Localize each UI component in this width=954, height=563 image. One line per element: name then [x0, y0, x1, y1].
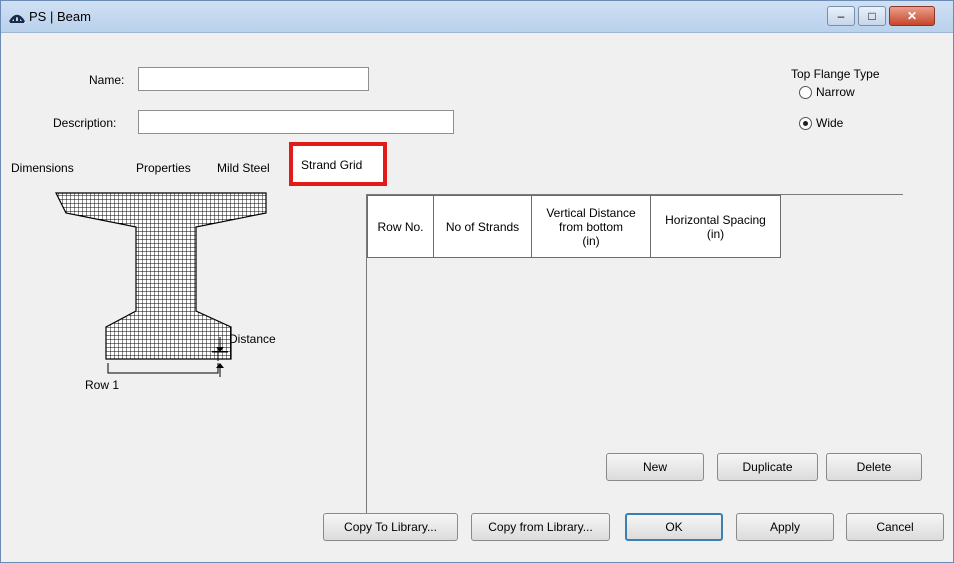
radio-wide-label: Wide	[816, 116, 844, 130]
tab-dimensions[interactable]: Dimensions	[11, 161, 74, 175]
radio-wide-circle[interactable]	[799, 116, 812, 130]
minimize-icon: –	[837, 9, 845, 23]
description-label: Description:	[53, 116, 117, 130]
strand-grid-table[interactable]: Row No. No of Strands Vertical Distance …	[367, 195, 781, 258]
tab-strand-grid[interactable]: Strand Grid	[289, 142, 387, 186]
tab-strand-grid-label: Strand Grid	[301, 158, 363, 172]
maximize-button[interactable]: □	[858, 6, 886, 26]
col-header-line: (in)	[582, 233, 600, 248]
window-title: PS | Beam	[29, 9, 91, 24]
radio-narrow-label: Narrow	[816, 85, 855, 99]
beam-cross-section-diagram	[55, 192, 267, 377]
col-header-line: Row No.	[377, 219, 424, 234]
cancel-button[interactable]: Cancel	[846, 513, 944, 541]
close-icon: ✕	[906, 9, 918, 23]
copy-to-library-button[interactable]: Copy To Library...	[323, 513, 458, 541]
col-horizontal-spacing[interactable]: Horizontal Spacing (in)	[650, 195, 781, 258]
top-flange-type-title: Top Flange Type	[791, 67, 880, 81]
tab-mild-steel[interactable]: Mild Steel	[217, 161, 270, 175]
duplicate-button[interactable]: Duplicate	[717, 453, 818, 481]
name-field[interactable]	[138, 67, 369, 91]
radio-narrow[interactable]: Narrow	[799, 85, 855, 99]
bridge-app-icon	[9, 14, 25, 23]
col-no-of-strands[interactable]: No of Strands	[433, 195, 532, 258]
strand-grid-area[interactable]	[367, 258, 903, 539]
apply-button[interactable]: Apply	[736, 513, 834, 541]
col-row-no[interactable]: Row No.	[367, 195, 434, 258]
name-label: Name:	[89, 73, 125, 87]
radio-wide[interactable]: Wide	[799, 116, 843, 130]
row-1-label: Row 1	[85, 378, 120, 392]
copy-from-library-button[interactable]: Copy from Library...	[471, 513, 610, 541]
close-button[interactable]: ✕	[889, 6, 935, 26]
radio-narrow-circle[interactable]	[799, 85, 812, 99]
tab-properties[interactable]: Properties	[136, 161, 191, 175]
col-header-line: Vertical Distance	[546, 205, 636, 220]
delete-button[interactable]: Delete	[826, 453, 922, 481]
ps-beam-window: PS | Beam – □ ✕ Name: Description: Top F…	[0, 0, 954, 563]
col-vertical-distance[interactable]: Vertical Distance from bottom (in)	[531, 195, 651, 258]
col-header-line: from bottom	[558, 219, 624, 234]
new-button[interactable]: New	[606, 453, 704, 481]
distance-label: Distance	[229, 332, 276, 346]
distance-arrow-up-icon	[216, 363, 224, 368]
col-header-line: Horizontal Spacing	[665, 212, 766, 227]
maximize-icon: □	[868, 9, 876, 23]
description-field[interactable]	[138, 110, 454, 134]
ok-button[interactable]: OK	[625, 513, 723, 541]
row-1-leader	[107, 363, 219, 374]
minimize-button[interactable]: –	[827, 6, 855, 26]
title-bar[interactable]: PS | Beam – □ ✕	[1, 1, 953, 33]
col-header-line: No of Strands	[445, 219, 520, 234]
col-header-line: (in)	[706, 226, 725, 241]
